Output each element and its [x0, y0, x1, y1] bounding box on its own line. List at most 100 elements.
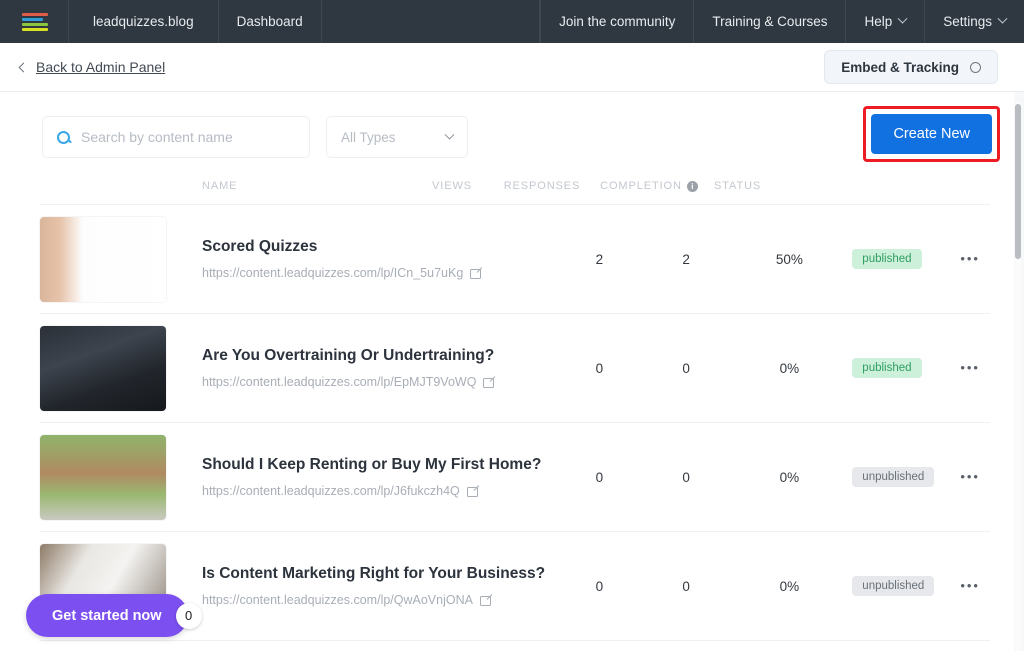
- row-name-cell: Are You Overtraining Or Undertraining? ht…: [202, 347, 559, 389]
- get-started-widget[interactable]: Get started now 0: [26, 594, 202, 637]
- row-url-text: https://content.leadquizzes.com/lp/J6fuk…: [202, 484, 460, 498]
- external-link-icon[interactable]: [480, 595, 491, 606]
- nav-dashboard-label: Dashboard: [237, 14, 303, 29]
- row-views-value: 0: [559, 579, 640, 594]
- nav-spacer: [322, 0, 540, 43]
- nav-join-community-label: Join the community: [559, 14, 675, 29]
- nav-item-settings[interactable]: Settings: [925, 0, 1024, 43]
- row-url-text: https://content.leadquizzes.com/lp/EpMJT…: [202, 375, 476, 389]
- row-actions-cell: •••: [960, 250, 990, 268]
- row-url[interactable]: https://content.leadquizzes.com/lp/J6fuk…: [202, 484, 559, 498]
- row-completion-value: 0%: [732, 470, 846, 485]
- row-status-cell: unpublished: [846, 467, 960, 487]
- type-filter-dropdown[interactable]: All Types: [326, 116, 468, 158]
- column-header-completion: COMPLETION i: [590, 180, 708, 192]
- row-thumbnail-portrait-woman-face[interactable]: [40, 217, 166, 302]
- row-url[interactable]: https://content.leadquizzes.com/lp/ICn_5…: [202, 266, 559, 280]
- nav-right-group: Join the community Training & Courses He…: [540, 0, 1024, 43]
- table-row[interactable]: Scored Quizzes https://content.leadquizze…: [40, 205, 990, 314]
- row-more-options-icon[interactable]: •••: [960, 251, 980, 266]
- chevron-down-icon: [445, 129, 455, 139]
- top-navigation-bar: leadquizzes.blog Dashboard Join the comm…: [0, 0, 1024, 43]
- row-url[interactable]: https://content.leadquizzes.com/lp/QwAoV…: [202, 593, 559, 607]
- get-started-label: Get started now: [52, 608, 162, 624]
- chevron-down-icon: [998, 14, 1008, 24]
- nav-brand-leadquizzes-blog[interactable]: leadquizzes.blog: [69, 0, 219, 43]
- row-url[interactable]: https://content.leadquizzes.com/lp/EpMJT…: [202, 375, 559, 389]
- row-views-value: 0: [559, 361, 640, 376]
- status-badge: unpublished: [852, 576, 934, 596]
- external-link-icon[interactable]: [467, 486, 478, 497]
- row-url-text: https://content.leadquizzes.com/lp/QwAoV…: [202, 593, 473, 607]
- column-header-name: NAME: [40, 180, 410, 192]
- content-panel: All Types Create New NAME VIEWS RESPONSE…: [0, 92, 1014, 651]
- nav-item-join-the-community[interactable]: Join the community: [540, 0, 694, 43]
- info-icon[interactable]: i: [687, 181, 698, 192]
- row-status-cell: published: [846, 358, 960, 378]
- nav-settings-label: Settings: [943, 14, 992, 29]
- row-status-cell: unpublished: [846, 576, 960, 596]
- row-completion-value: 50%: [732, 252, 846, 267]
- scrollbar-thumb[interactable]: [1015, 104, 1021, 259]
- nav-help-label: Help: [864, 14, 892, 29]
- row-status-cell: published: [846, 249, 960, 269]
- row-responses-value: 0: [640, 361, 733, 376]
- column-header-status: STATUS: [708, 180, 826, 192]
- chevron-left-icon: [19, 62, 29, 72]
- type-filter-label: All Types: [341, 130, 396, 145]
- content-toolbar: All Types Create New: [0, 92, 1014, 158]
- row-url-text: https://content.leadquizzes.com/lp/ICn_5…: [202, 266, 463, 280]
- row-views-value: 2: [559, 252, 640, 267]
- status-badge: published: [852, 249, 921, 269]
- row-actions-cell: •••: [960, 359, 990, 377]
- row-thumbnail-house-driveway-lawn[interactable]: [40, 435, 166, 520]
- leadquizzes-bars-logo-icon: [22, 13, 48, 31]
- table-body: Scored Quizzes https://content.leadquizze…: [40, 205, 990, 641]
- back-to-admin-panel-link[interactable]: Back to Admin Panel: [20, 59, 165, 75]
- row-more-options-icon[interactable]: •••: [960, 360, 980, 375]
- nav-brand-label: leadquizzes.blog: [93, 14, 194, 29]
- row-views-value: 0: [559, 470, 640, 485]
- nav-item-training-courses[interactable]: Training & Courses: [694, 0, 846, 43]
- row-responses-value: 0: [640, 579, 733, 594]
- create-new-button[interactable]: Create New: [871, 114, 992, 154]
- row-name-cell: Should I Keep Renting or Buy My First Ho…: [202, 456, 559, 498]
- row-name-cell: Scored Quizzes https://content.leadquizze…: [202, 238, 559, 280]
- row-actions-cell: •••: [960, 577, 990, 595]
- embed-tracking-label: Embed & Tracking: [841, 60, 959, 75]
- nav-training-courses-label: Training & Courses: [712, 14, 827, 29]
- status-badge: unpublished: [852, 467, 934, 487]
- table-row[interactable]: Should I Keep Renting or Buy My First Ho…: [40, 423, 990, 532]
- main-content-area: All Types Create New NAME VIEWS RESPONSE…: [0, 92, 1024, 651]
- circle-toggle-icon: [970, 62, 981, 73]
- search-field-wrapper[interactable]: [42, 116, 310, 158]
- row-more-options-icon[interactable]: •••: [960, 469, 980, 484]
- row-title[interactable]: Is Content Marketing Right for Your Busi…: [202, 565, 559, 583]
- search-icon: [57, 131, 70, 144]
- external-link-icon[interactable]: [483, 377, 494, 388]
- row-actions-cell: •••: [960, 468, 990, 486]
- nav-item-dashboard[interactable]: Dashboard: [219, 0, 322, 43]
- row-thumbnail-gym-barbell-deadlift[interactable]: [40, 326, 166, 411]
- get-started-now-button[interactable]: Get started now: [26, 594, 188, 637]
- status-badge: published: [852, 358, 921, 378]
- get-started-count-badge: 0: [176, 603, 202, 629]
- row-responses-value: 0: [640, 470, 733, 485]
- row-title[interactable]: Scored Quizzes: [202, 238, 559, 256]
- search-input[interactable]: [81, 129, 295, 145]
- row-responses-value: 2: [640, 252, 733, 267]
- column-header-views: VIEWS: [410, 180, 494, 192]
- embed-and-tracking-button[interactable]: Embed & Tracking: [824, 50, 998, 84]
- chevron-down-icon: [898, 14, 908, 24]
- nav-item-help[interactable]: Help: [846, 0, 925, 43]
- back-link-label: Back to Admin Panel: [36, 59, 165, 75]
- table-row[interactable]: Are You Overtraining Or Undertraining? ht…: [40, 314, 990, 423]
- external-link-icon[interactable]: [470, 268, 481, 279]
- row-title[interactable]: Should I Keep Renting or Buy My First Ho…: [202, 456, 559, 474]
- row-name-cell: Is Content Marketing Right for Your Busi…: [202, 565, 559, 607]
- content-table: NAME VIEWS RESPONSES COMPLETION i STATUS…: [0, 180, 1014, 641]
- sub-header: Back to Admin Panel Embed & Tracking: [0, 43, 1024, 92]
- row-more-options-icon[interactable]: •••: [960, 578, 980, 593]
- logo[interactable]: [0, 0, 69, 43]
- row-title[interactable]: Are You Overtraining Or Undertraining?: [202, 347, 559, 365]
